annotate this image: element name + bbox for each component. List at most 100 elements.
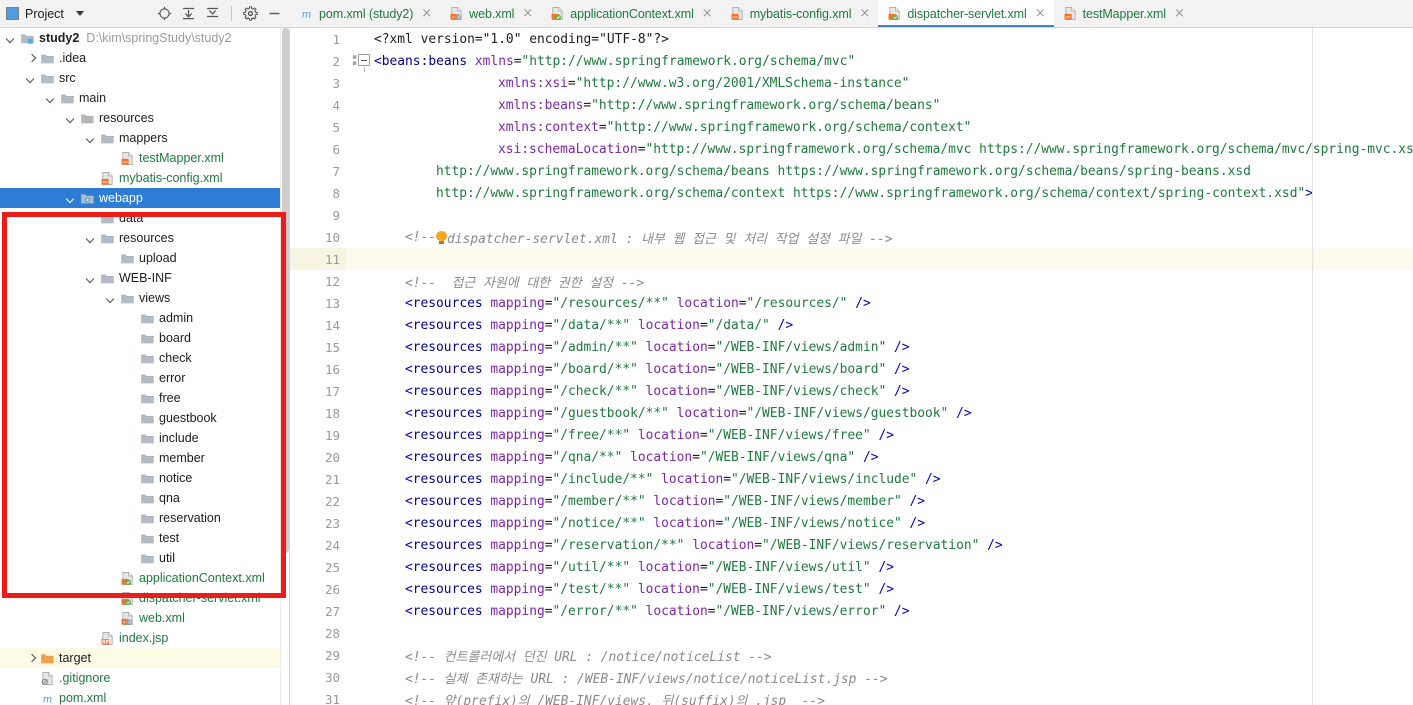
chevron-down-icon[interactable]: [6, 33, 17, 44]
chevron-right-icon[interactable]: [26, 53, 37, 64]
tree-node[interactable]: WEB-INF: [0, 268, 289, 288]
tree-node[interactable]: src: [0, 68, 289, 88]
editor-tab[interactable]: < web.xml ×: [440, 0, 541, 27]
chevron-down-icon[interactable]: [66, 113, 77, 124]
gear-icon[interactable]: [243, 6, 258, 21]
tree-node[interactable]: < web.xml: [0, 608, 289, 628]
gutter-marker-area[interactable]: [346, 688, 372, 705]
code-line[interactable]: 6 xsi:schemaLocation = "http://www.springfr…: [290, 138, 1413, 160]
tree-node[interactable]: reservation: [0, 508, 289, 528]
gutter-marker-area[interactable]: [346, 204, 372, 226]
editor-tab[interactable]: <> testMapper.xml ×: [1054, 0, 1193, 27]
code-line[interactable]: 23 < resources mapping = "/notice/**" locati…: [290, 512, 1413, 534]
gutter-marker-area[interactable]: [346, 490, 372, 512]
tree-scrollbar-thumb[interactable]: [282, 28, 289, 553]
gutter-marker-area[interactable]: [346, 600, 372, 622]
tree-node[interactable]: applicationContext.xml: [0, 568, 289, 588]
tree-node[interactable]: admin: [0, 308, 289, 328]
tree-node[interactable]: board: [0, 328, 289, 348]
code-line[interactable]: 25 < resources mapping = "/util/**" location…: [290, 556, 1413, 578]
editor-tab[interactable]: dispatcher-servlet.xml ×: [878, 0, 1054, 27]
close-icon[interactable]: ×: [421, 7, 432, 20]
gutter-marker-area[interactable]: [346, 666, 372, 688]
gutter-marker-area[interactable]: [346, 28, 372, 50]
tree-node[interactable]: data: [0, 208, 289, 228]
code-line[interactable]: 11: [290, 248, 1413, 270]
gutter-marker-area[interactable]: [346, 94, 372, 116]
tree-node[interactable]: webapp: [0, 188, 289, 208]
close-icon[interactable]: ×: [859, 7, 870, 20]
code-fold-icon[interactable]: [358, 54, 370, 72]
code-line[interactable]: 7 http://www.springframework.org/schema/b…: [290, 160, 1413, 182]
minimize-icon[interactable]: [267, 6, 282, 21]
gutter-marker-area[interactable]: [346, 446, 372, 468]
gutter-marker-area[interactable]: [346, 72, 372, 94]
gutter-marker-area[interactable]: [346, 160, 372, 182]
tree-node[interactable]: .idea: [0, 48, 289, 68]
code-line[interactable]: 27 < resources mapping = "/error/**" locatio…: [290, 600, 1413, 622]
code-line[interactable]: 30 <!-- 실제 존재하는 URL : /WEB-INF/views/noti…: [290, 666, 1413, 688]
tree-node[interactable]: util: [0, 548, 289, 568]
chevron-down-icon[interactable]: [75, 11, 84, 16]
tree-node[interactable]: main: [0, 88, 289, 108]
tree-node[interactable]: test: [0, 528, 289, 548]
code-line[interactable]: 15 < resources mapping = "/admin/**" locatio…: [290, 336, 1413, 358]
tree-node[interactable]: .gitignore: [0, 668, 289, 688]
editor-tab[interactable]: applicationContext.xml ×: [541, 0, 720, 27]
gutter-marker-area[interactable]: [346, 468, 372, 490]
collapse-all-icon[interactable]: [205, 6, 220, 21]
tree-node[interactable]: resources: [0, 108, 289, 128]
gutter-marker-area[interactable]: [346, 116, 372, 138]
tree-node[interactable]: upload: [0, 248, 289, 268]
gutter-marker-area[interactable]: [346, 50, 372, 72]
locate-icon[interactable]: [157, 6, 172, 21]
intention-bulb-icon[interactable]: [436, 230, 448, 244]
close-icon[interactable]: ×: [1174, 7, 1185, 20]
gutter-marker-area[interactable]: [346, 644, 372, 666]
chevron-down-icon[interactable]: [46, 93, 57, 104]
code-line[interactable]: 2 < beans:beans xmlns = "http://www.springfr…: [290, 50, 1413, 72]
gutter-marker-area[interactable]: [346, 622, 372, 644]
tree-node[interactable]: <> testMapper.xml: [0, 148, 289, 168]
gutter-marker-area[interactable]: [346, 270, 372, 292]
tree-scrollbar[interactable]: [280, 28, 289, 705]
code-line[interactable]: 24 < resources mapping = "/reservation/**" l…: [290, 534, 1413, 556]
gutter-marker-area[interactable]: [346, 534, 372, 556]
chevron-right-icon[interactable]: [26, 653, 37, 664]
tree-node[interactable]: include: [0, 428, 289, 448]
gutter-marker-area[interactable]: [346, 424, 372, 446]
code-line[interactable]: 13 < resources mapping = "/resources/**" loc…: [290, 292, 1413, 314]
code-line[interactable]: 29 <!-- 컨트롤러에서 던진 URL : /notice/noticeLis…: [290, 644, 1413, 666]
editor-tab[interactable]: <> mybatis-config.xml ×: [721, 0, 879, 27]
tree-node[interactable]: qna: [0, 488, 289, 508]
chevron-down-icon[interactable]: [66, 193, 77, 204]
gutter-marker-area[interactable]: [346, 358, 372, 380]
tree-node[interactable]: m pom.xml: [0, 688, 289, 705]
tree-node[interactable]: free: [0, 388, 289, 408]
code-line[interactable]: 5 xmlns:context = "http://www.springframewo…: [290, 116, 1413, 138]
tree-node[interactable]: error: [0, 368, 289, 388]
code-line[interactable]: 22 < resources mapping = "/member/**" locati…: [290, 490, 1413, 512]
gutter-marker-area[interactable]: [346, 226, 372, 248]
code-line[interactable]: 26 < resources mapping = "/test/**" location…: [290, 578, 1413, 600]
gutter-marker-area[interactable]: [346, 138, 372, 160]
gutter-marker-area[interactable]: [346, 402, 372, 424]
code-line[interactable]: 31 <!-- 앞(prefix)의 /WEB-INF/views, 뒤(suff…: [290, 688, 1413, 705]
chevron-down-icon[interactable]: [106, 293, 117, 304]
chevron-down-icon[interactable]: [86, 233, 97, 244]
gutter-marker-area[interactable]: [346, 578, 372, 600]
gutter-marker-area[interactable]: [346, 336, 372, 358]
project-tree-pane[interactable]: study2 D:\kim\springStudy\study2 .idea src m…: [0, 28, 290, 705]
code-line[interactable]: 28: [290, 622, 1413, 644]
tree-node[interactable]: target: [0, 648, 289, 668]
close-icon[interactable]: ×: [1035, 7, 1046, 20]
code-line[interactable]: 1 <?xml version="1.0" encoding="UTF-8"?>: [290, 28, 1413, 50]
gutter-marker-area[interactable]: [346, 314, 372, 336]
code-editor[interactable]: 1 <?xml version="1.0" encoding="UTF-8"?> 2…: [290, 28, 1413, 705]
code-line[interactable]: 19 < resources mapping = "/free/**" location…: [290, 424, 1413, 446]
tree-node[interactable]: notice: [0, 468, 289, 488]
code-area[interactable]: 1 <?xml version="1.0" encoding="UTF-8"?> 2…: [290, 28, 1413, 705]
editor-tab[interactable]: m pom.xml (study2) ×: [290, 0, 440, 27]
gutter-marker-area[interactable]: [346, 292, 372, 314]
tree-node[interactable]: dispatcher-servlet.xml: [0, 588, 289, 608]
